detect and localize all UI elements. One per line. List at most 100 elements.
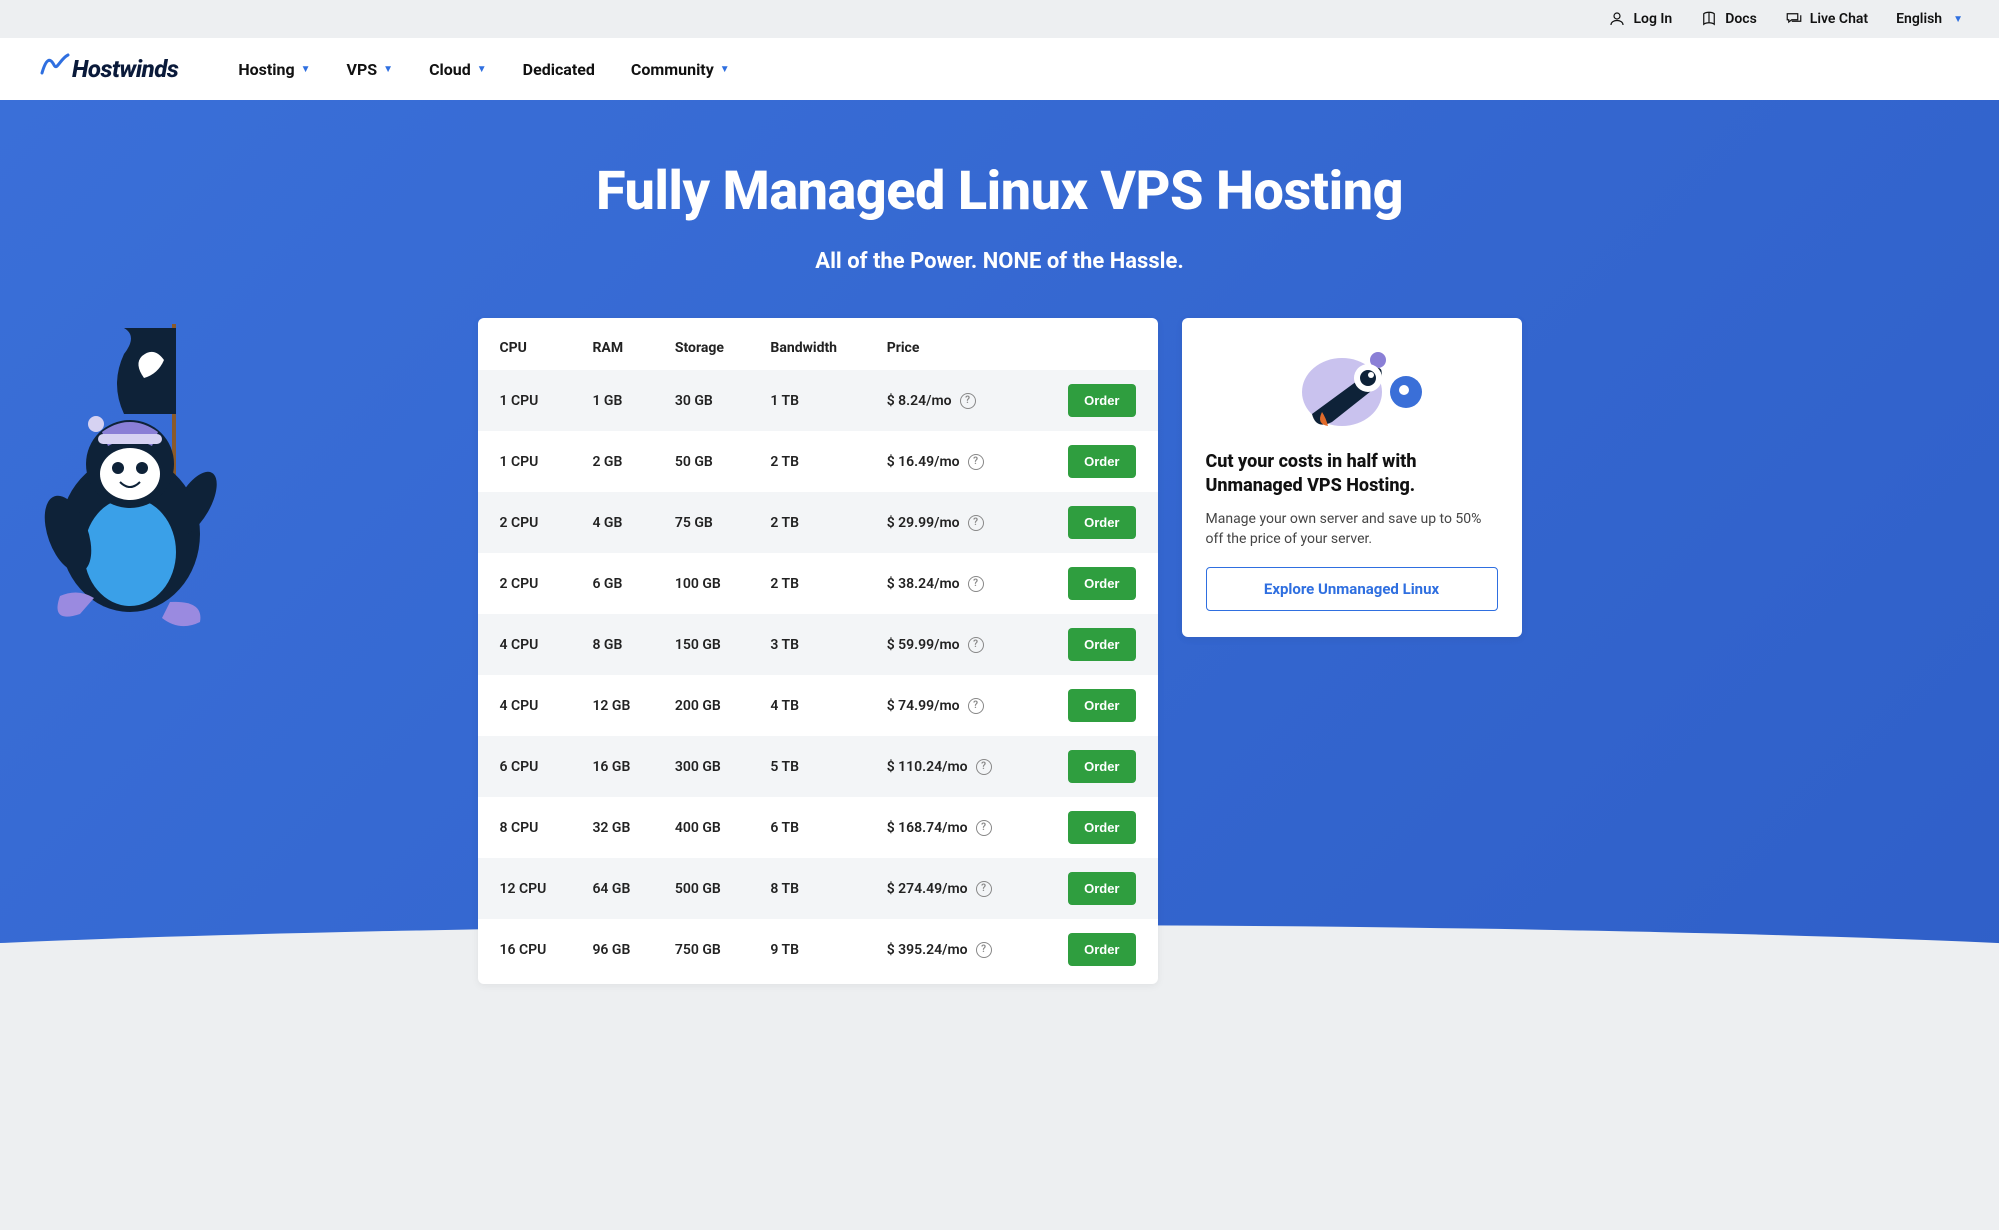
docs-link[interactable]: Docs <box>1700 10 1757 28</box>
cell-bandwidth: 9 TB <box>748 919 864 980</box>
cell-price: $ 59.99/mo? <box>865 614 1026 675</box>
table-row: 2 CPU6 GB100 GB2 TB$ 38.24/mo? Order <box>478 553 1158 614</box>
wave-icon <box>40 53 70 86</box>
cell-ram: 2 GB <box>570 431 652 492</box>
cell-bandwidth: 4 TB <box>748 675 864 736</box>
order-button[interactable]: Order <box>1068 811 1135 844</box>
cell-price: $ 74.99/mo? <box>865 675 1026 736</box>
cell-bandwidth: 3 TB <box>748 614 864 675</box>
promo-body: Manage your own server and save up to 50… <box>1206 509 1498 550</box>
login-label: Log In <box>1633 11 1672 27</box>
cell-cpu: 8 CPU <box>478 797 571 858</box>
hero-subtitle: All of the Power. NONE of the Hassle. <box>0 249 1999 274</box>
cell-storage: 50 GB <box>653 431 749 492</box>
table-row: 2 CPU4 GB75 GB2 TB$ 29.99/mo?Order <box>478 492 1158 553</box>
col-storage: Storage <box>653 326 749 370</box>
cell-storage: 100 GB <box>653 553 749 614</box>
table-row: 8 CPU32 GB400 GB6 TB$ 168.74/mo?Order <box>478 797 1158 858</box>
order-button[interactable]: Order <box>1068 384 1135 417</box>
order-button[interactable]: Order <box>1068 933 1135 966</box>
nav-community[interactable]: Community▼ <box>631 60 730 79</box>
cell-price: $ 395.24/mo? <box>865 919 1026 980</box>
utility-bar: Log In Docs Live Chat English ▼ <box>0 0 1999 38</box>
help-icon[interactable]: ? <box>976 820 992 836</box>
nav-dedicated[interactable]: Dedicated <box>523 60 595 79</box>
cell-storage: 150 GB <box>653 614 749 675</box>
chevron-down-icon: ▼ <box>720 64 730 75</box>
nav-cloud[interactable]: Cloud▼ <box>429 60 487 79</box>
cell-cpu: 12 CPU <box>478 858 571 919</box>
help-icon[interactable]: ? <box>968 454 984 470</box>
cell-bandwidth: 6 TB <box>748 797 864 858</box>
cell-bandwidth: 5 TB <box>748 736 864 797</box>
chat-icon <box>1785 10 1803 28</box>
cell-storage: 75 GB <box>653 492 749 553</box>
cell-storage: 30 GB <box>653 370 749 431</box>
cell-price: $ 38.24/mo? <box>865 553 1026 614</box>
nav-hosting[interactable]: Hosting▼ <box>238 60 310 79</box>
cell-cpu: 1 CPU <box>478 431 571 492</box>
order-button[interactable]: Order <box>1068 872 1135 905</box>
cell-cpu: 1 CPU <box>478 370 571 431</box>
cell-ram: 8 GB <box>570 614 652 675</box>
help-icon[interactable]: ? <box>976 881 992 897</box>
order-button[interactable]: Order <box>1068 628 1135 661</box>
table-header-row: CPU RAM Storage Bandwidth Price <box>478 326 1158 370</box>
cell-ram: 64 GB <box>570 858 652 919</box>
col-cpu: CPU <box>478 326 571 370</box>
order-button[interactable]: Order <box>1068 750 1135 783</box>
cell-price: $ 8.24/mo? <box>865 370 1026 431</box>
help-icon[interactable]: ? <box>968 515 984 531</box>
order-button[interactable]: Order <box>1068 567 1135 600</box>
order-button[interactable]: Order <box>1068 506 1135 539</box>
cell-storage: 200 GB <box>653 675 749 736</box>
cell-ram: 6 GB <box>570 553 652 614</box>
cell-bandwidth: 1 TB <box>748 370 864 431</box>
cell-storage: 500 GB <box>653 858 749 919</box>
promo-title: Cut your costs in half with Unmanaged VP… <box>1206 450 1498 499</box>
cell-cpu: 2 CPU <box>478 492 571 553</box>
nav-items: Hosting▼ VPS▼ Cloud▼ Dedicated Community… <box>238 60 729 79</box>
help-icon[interactable]: ? <box>976 942 992 958</box>
table-row: 4 CPU12 GB200 GB4 TB$ 74.99/mo?Order <box>478 675 1158 736</box>
promo-art <box>1206 342 1498 432</box>
cell-cpu: 6 CPU <box>478 736 571 797</box>
language-label: English <box>1896 11 1942 27</box>
cell-price: $ 29.99/mo? <box>865 492 1026 553</box>
help-icon[interactable]: ? <box>960 393 976 409</box>
help-icon[interactable]: ? <box>976 759 992 775</box>
nav-vps[interactable]: VPS▼ <box>347 60 394 79</box>
cell-bandwidth: 2 TB <box>748 492 864 553</box>
cell-ram: 96 GB <box>570 919 652 980</box>
chevron-down-icon: ▼ <box>301 64 311 75</box>
cell-cpu: 2 CPU <box>478 553 571 614</box>
cell-cpu: 4 CPU <box>478 675 571 736</box>
explore-unmanaged-button[interactable]: Explore Unmanaged Linux <box>1206 567 1498 611</box>
brand-logo[interactable]: Hostwinds <box>40 53 178 86</box>
col-ram: RAM <box>570 326 652 370</box>
chevron-down-icon: ▼ <box>1953 14 1963 25</box>
help-icon[interactable]: ? <box>968 637 984 653</box>
cell-storage: 750 GB <box>653 919 749 980</box>
livechat-link[interactable]: Live Chat <box>1785 10 1868 28</box>
cell-cpu: 4 CPU <box>478 614 571 675</box>
cell-bandwidth: 2 TB <box>748 431 864 492</box>
language-selector[interactable]: English ▼ <box>1896 11 1963 27</box>
order-button[interactable]: Order <box>1068 445 1135 478</box>
brand-text: Hostwinds <box>72 55 178 83</box>
cell-storage: 300 GB <box>653 736 749 797</box>
cell-ram: 1 GB <box>570 370 652 431</box>
main-nav: Hostwinds Hosting▼ VPS▼ Cloud▼ Dedicated… <box>0 38 1999 100</box>
cell-storage: 400 GB <box>653 797 749 858</box>
docs-label: Docs <box>1725 11 1757 27</box>
user-icon <box>1608 10 1626 28</box>
cell-bandwidth: 2 TB <box>748 553 864 614</box>
order-button[interactable]: Order <box>1068 689 1135 722</box>
cell-price: $ 274.49/mo? <box>865 858 1026 919</box>
help-icon[interactable]: ? <box>968 576 984 592</box>
col-bandwidth: Bandwidth <box>748 326 864 370</box>
help-icon[interactable]: ? <box>968 698 984 714</box>
login-link[interactable]: Log In <box>1608 10 1672 28</box>
penguin-mascot <box>20 284 260 644</box>
pricing-table-card: CPU RAM Storage Bandwidth Price 1 CPU1 G… <box>478 318 1158 984</box>
